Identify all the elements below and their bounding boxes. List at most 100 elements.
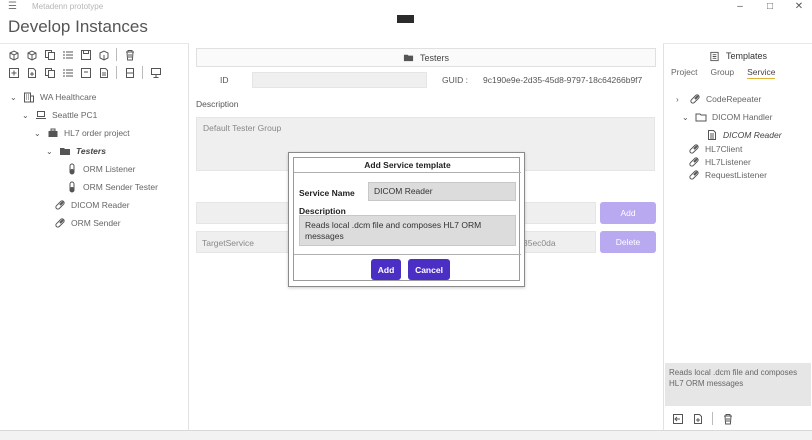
templates-panel: Templates Project Group Service › CodeRe…	[663, 43, 812, 430]
template-item-label: HL7Listener	[705, 157, 751, 167]
guid-label: GUID :	[442, 75, 468, 85]
tree-item-orm-listener[interactable]: ORM Listener	[66, 163, 135, 175]
dialog-add-button[interactable]: Add	[371, 259, 401, 280]
capsule-icon	[689, 144, 699, 154]
dialog-divider	[294, 254, 521, 255]
cube-icon[interactable]	[24, 47, 39, 62]
briefcase-icon	[48, 128, 58, 137]
folder-icon	[695, 113, 707, 122]
split-icon[interactable]	[122, 65, 137, 80]
tree-item-project[interactable]: ⌄ HL7 order project	[34, 127, 130, 139]
template-item-label: HL7Client	[705, 144, 743, 154]
template-icon	[710, 51, 719, 61]
list-view-icon[interactable]	[60, 65, 75, 80]
tree-item-testers[interactable]: ⌄ Testers	[46, 145, 106, 157]
folder-open-icon	[60, 148, 70, 155]
template-item-label: CodeRepeater	[706, 94, 762, 104]
dialog-frame: Add Service template Service Name DICOM …	[293, 157, 521, 281]
import-icon[interactable]	[670, 411, 685, 426]
service-name-label: Service Name	[299, 188, 355, 198]
copy-icon[interactable]	[42, 47, 57, 62]
title-bar: ☰ Metadenn prototype – □ ✕	[0, 0, 812, 14]
template-item-requestlistener[interactable]: RequestListener	[688, 169, 767, 181]
folder-open-icon	[403, 54, 414, 62]
save-icon[interactable]	[78, 47, 93, 62]
chevron-right-icon[interactable]: ›	[676, 95, 684, 104]
tree-item-label: HL7 order project	[64, 128, 130, 138]
toolbar-divider	[116, 48, 117, 61]
tab-service[interactable]: Service	[747, 67, 776, 79]
chevron-down-icon[interactable]: ⌄	[34, 129, 42, 138]
tree-item-pc[interactable]: ⌄ Seattle PC1	[22, 109, 97, 121]
template-item-hl7client[interactable]: HL7Client	[688, 143, 742, 155]
capsule-icon	[690, 94, 700, 104]
deploy-icon[interactable]	[148, 65, 163, 80]
chevron-down-icon[interactable]: ⌄	[10, 93, 18, 102]
instances-panel: ⌄ WA Healthcare ⌄ Seattle PC1 ⌄ HL7 orde…	[0, 43, 189, 430]
chevron-down-icon[interactable]: ⌄	[46, 147, 54, 156]
toolbar-row-1	[6, 47, 137, 62]
delete-service-button[interactable]: Delete	[600, 231, 656, 253]
dialog-cancel-button[interactable]: Cancel	[408, 259, 450, 280]
service-name-input[interactable]: DICOM Reader	[368, 182, 516, 201]
templates-header: Templates	[664, 49, 812, 63]
capsule-icon	[689, 157, 699, 167]
tree-item-organization[interactable]: ⌄ WA Healthcare	[10, 91, 96, 103]
hamburger-menu-icon[interactable]: ☰	[8, 1, 17, 12]
dialog-title: Add Service template	[294, 158, 521, 173]
duplicate-icon[interactable]	[42, 65, 57, 80]
add-box-icon[interactable]	[6, 65, 21, 80]
tree-item-label: ORM Listener	[83, 164, 136, 174]
debug-badge	[397, 15, 414, 23]
template-item-coderepeater[interactable]: › CodeRepeater	[676, 93, 761, 105]
archive-icon[interactable]	[78, 65, 93, 80]
id-field[interactable]	[252, 72, 427, 88]
minimize-icon[interactable]: –	[727, 0, 753, 14]
add-service-template-dialog: Add Service template Service Name DICOM …	[288, 152, 525, 287]
templates-footer-toolbar	[670, 411, 735, 426]
template-item-label: DICOM Reader	[723, 130, 782, 140]
template-item-label: RequestListener	[705, 170, 767, 180]
capsule-icon	[55, 218, 65, 228]
templates-header-label: Templates	[725, 51, 768, 61]
tree-item-label: Seattle PC1	[52, 110, 98, 120]
maximize-icon[interactable]: □	[757, 0, 783, 14]
toolbar-divider	[712, 412, 713, 425]
tree-item-label: ORM Sender	[71, 218, 121, 228]
list-icon[interactable]	[60, 47, 75, 62]
test-tube-icon	[69, 163, 75, 175]
cube-edit-icon[interactable]	[96, 47, 111, 62]
laptop-icon	[36, 111, 46, 119]
tab-project[interactable]: Project	[671, 67, 697, 79]
toolbar-divider	[142, 66, 143, 79]
document-icon[interactable]	[96, 65, 111, 80]
close-icon[interactable]: ✕	[786, 0, 812, 14]
add-service-button[interactable]: Add	[600, 202, 656, 224]
chevron-down-icon[interactable]: ⌄	[22, 111, 30, 120]
new-file-icon[interactable]	[24, 65, 39, 80]
new-template-icon[interactable]	[690, 411, 705, 426]
template-item-hl7listener[interactable]: HL7Listener	[688, 156, 751, 168]
tree-item-label: ORM Sender Tester	[83, 182, 158, 192]
tree-item-label: Testers	[76, 146, 106, 156]
building-icon	[24, 92, 34, 103]
tree-item-label: DICOM Reader	[71, 200, 130, 210]
tree-item-orm-sender[interactable]: ORM Sender	[54, 217, 121, 229]
template-description: Reads local .dcm file and composes HL7 O…	[665, 363, 811, 406]
delete-template-icon[interactable]	[720, 411, 735, 426]
app-title: Metadenn prototype	[32, 2, 104, 11]
template-item-dicom-handler[interactable]: ⌄ DICOM Handler	[682, 111, 772, 123]
delete-icon[interactable]	[122, 47, 137, 62]
description-input[interactable]: Reads local .dcm file and composes HL7 O…	[299, 215, 516, 246]
chevron-down-icon[interactable]: ⌄	[682, 113, 690, 122]
capsule-icon	[55, 200, 65, 210]
template-item-label: DICOM Handler	[712, 112, 773, 122]
tree-item-orm-sender-tester[interactable]: ORM Sender Tester	[66, 181, 158, 193]
add-organization-icon[interactable]	[6, 47, 21, 62]
tab-group[interactable]: Group	[710, 67, 734, 79]
service-row-name: TargetService	[202, 238, 254, 248]
page-title: Develop Instances	[8, 17, 148, 36]
template-item-dicom-reader[interactable]: DICOM Reader	[706, 129, 782, 141]
tree-item-dicom-reader[interactable]: DICOM Reader	[54, 199, 130, 211]
toolbar-divider	[116, 66, 117, 79]
